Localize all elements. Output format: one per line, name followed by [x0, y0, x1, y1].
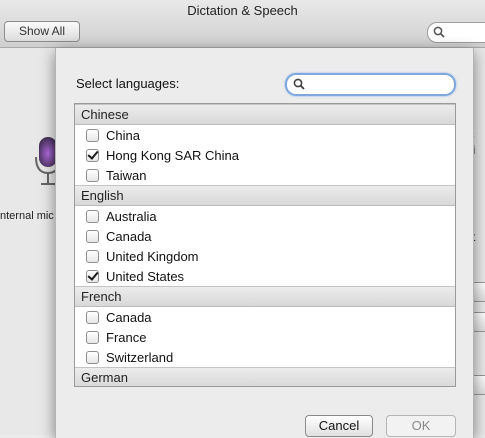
group-header: English: [75, 185, 455, 206]
language-checkbox[interactable]: [86, 350, 99, 364]
language-row[interactable]: China: [75, 125, 455, 145]
select-languages-sheet: Select languages: Chinese China Hong Kong …: [55, 48, 474, 438]
language-row[interactable]: Taiwan: [75, 165, 455, 185]
language-list[interactable]: Chinese China Hong Kong SAR China Taiwan Eng…: [74, 103, 456, 387]
language-row[interactable]: France: [75, 327, 455, 347]
group-header: Chinese: [75, 104, 455, 125]
search-icon: [433, 26, 445, 41]
language-checkbox[interactable]: [86, 209, 99, 223]
language-label: China: [106, 127, 140, 143]
language-row[interactable]: Canada: [75, 307, 455, 327]
language-label: Australia: [106, 208, 157, 224]
language-label: United States: [106, 268, 185, 284]
language-checkbox[interactable]: [86, 330, 99, 344]
select-languages-label: Select languages:: [76, 76, 180, 91]
group-header: French: [75, 286, 455, 307]
language-label: Switzerland: [106, 349, 174, 365]
language-checkbox[interactable]: [86, 229, 99, 243]
language-label: Taiwan: [106, 167, 147, 183]
show-all-button[interactable]: Show All: [4, 21, 80, 42]
preferences-search-field[interactable]: [427, 22, 485, 43]
cancel-button[interactable]: Cancel: [305, 415, 373, 437]
ok-button[interactable]: OK: [386, 415, 456, 437]
language-checkbox[interactable]: [86, 148, 99, 162]
language-row[interactable]: Australia: [75, 206, 455, 226]
language-label: Hong Kong SAR China: [106, 147, 239, 163]
language-checkbox[interactable]: [86, 269, 99, 283]
language-row[interactable]: United States: [75, 266, 455, 286]
microphone-source-label: nternal mic: [0, 210, 54, 222]
language-checkbox[interactable]: [86, 168, 99, 182]
language-checkbox[interactable]: [86, 310, 99, 324]
language-search-field[interactable]: [285, 73, 456, 96]
window-titlebar: Dictation & Speech Show All: [0, 0, 485, 48]
language-label: Canada: [106, 228, 152, 244]
language-row[interactable]: Hong Kong SAR China: [75, 145, 455, 165]
language-row[interactable]: Canada: [75, 226, 455, 246]
group-header: German: [75, 367, 455, 386]
language-row[interactable]: Switzerland: [75, 347, 455, 367]
language-label: Canada: [106, 309, 152, 325]
search-icon: [293, 78, 305, 93]
window-title: Dictation & Speech: [187, 3, 298, 18]
language-row[interactable]: United Kingdom: [75, 246, 455, 266]
language-label: France: [106, 329, 147, 345]
language-label: United Kingdom: [106, 248, 199, 264]
language-checkbox[interactable]: [86, 128, 99, 142]
language-checkbox[interactable]: [86, 249, 99, 263]
